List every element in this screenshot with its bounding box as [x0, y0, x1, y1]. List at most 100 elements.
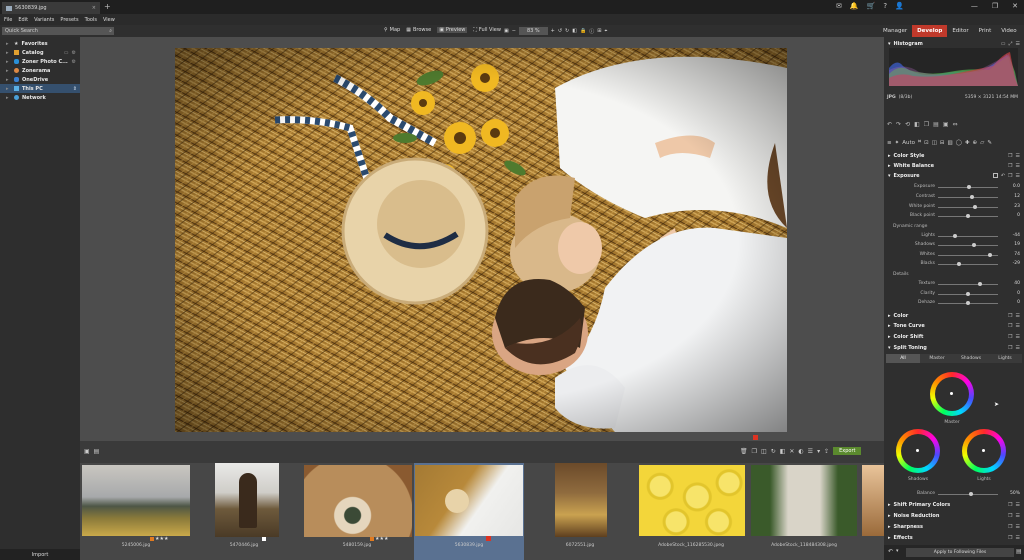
- slider-value[interactable]: 50%: [1004, 491, 1020, 496]
- slider-knob[interactable]: [966, 214, 970, 218]
- contrast-slider[interactable]: Contrast 12: [884, 193, 1024, 202]
- undo-icon[interactable]: ↶: [887, 121, 892, 128]
- paste-settings-icon[interactable]: ▤: [933, 121, 939, 128]
- whites-slider[interactable]: Whites 74: [884, 251, 1024, 260]
- image-icon[interactable]: ▣: [84, 448, 90, 455]
- copy-icon[interactable]: ❐: [1008, 334, 1012, 340]
- menu-icon[interactable]: ☰: [1016, 313, 1020, 319]
- enable-checkbox[interactable]: [992, 172, 998, 178]
- mode-video[interactable]: Video: [996, 25, 1021, 37]
- maximize-button[interactable]: ❐: [992, 2, 998, 10]
- slider-value[interactable]: -44: [1004, 233, 1020, 238]
- slider-track[interactable]: [938, 494, 998, 495]
- menu-file[interactable]: File: [4, 17, 12, 23]
- compare-icon[interactable]: ◧: [572, 28, 577, 34]
- copy-icon[interactable]: ❐: [1008, 513, 1012, 519]
- list-icon[interactable]: ☰: [808, 448, 813, 455]
- shadows-slider[interactable]: Shadows 19: [884, 241, 1024, 250]
- expand-arrow-icon[interactable]: ▸: [6, 77, 11, 83]
- rotate-right-icon[interactable]: ↻: [565, 28, 569, 34]
- rotate-icon[interactable]: ↻: [771, 448, 776, 455]
- slider-track[interactable]: [938, 264, 998, 265]
- add-tab-button[interactable]: +: [104, 2, 111, 11]
- gear-icon[interactable]: ⚙: [72, 50, 76, 56]
- sidebar-item-zonerama[interactable]: ▸ Zonerama: [0, 66, 80, 75]
- reset-icon[interactable]: ↶: [1001, 173, 1005, 179]
- white-point-slider[interactable]: White point 23: [884, 203, 1024, 212]
- zoom-out-icon[interactable]: −: [512, 28, 516, 34]
- tab-all[interactable]: All: [886, 354, 920, 363]
- auto-label[interactable]: Auto: [902, 140, 915, 146]
- slider-knob[interactable]: [988, 253, 993, 257]
- menu-variants[interactable]: Variants: [34, 17, 54, 23]
- copy-settings-icon[interactable]: ❐: [924, 121, 929, 128]
- slider-knob[interactable]: [969, 195, 974, 199]
- balance-slider[interactable]: Balance 50%: [884, 490, 1024, 499]
- view-preview-button[interactable]: ▣ Preview: [437, 27, 468, 33]
- minimize-button[interactable]: —: [971, 2, 978, 10]
- menu-icon[interactable]: ☰: [1016, 323, 1020, 329]
- copy-icon[interactable]: ❐: [1008, 313, 1012, 319]
- straighten-icon[interactable]: ⊡: [924, 140, 929, 146]
- main-photo[interactable]: [175, 48, 787, 432]
- search-icon[interactable]: ⌕: [109, 28, 112, 34]
- notifications-icon[interactable]: 🔔: [850, 2, 859, 10]
- snapshot-icon[interactable]: ▣: [943, 121, 949, 128]
- expand-arrow-icon[interactable]: ▸: [888, 163, 891, 169]
- slider-knob[interactable]: [973, 205, 978, 209]
- thumbnail-selected[interactable]: 5630839.jpg: [414, 463, 524, 560]
- copy-icon[interactable]: ❐: [1008, 323, 1012, 329]
- settings-icon[interactable]: ▭: [1001, 41, 1006, 47]
- copy-icon[interactable]: ❐: [1008, 502, 1012, 508]
- menu-icon[interactable]: ☰: [1016, 513, 1020, 519]
- menu-presets[interactable]: Presets: [60, 17, 78, 23]
- slider-value[interactable]: 40: [1004, 281, 1020, 286]
- sidebar-item-favorites[interactable]: ▸ ★ Favorites: [0, 39, 80, 48]
- master-color-wheel[interactable]: [930, 372, 974, 416]
- sidebar-item-zoner-photo-cloud[interactable]: ▸ Zoner Photo C... ⚙: [0, 57, 80, 66]
- expand-arrow-icon[interactable]: ▸: [888, 502, 891, 508]
- thumbnail[interactable]: AdobeStock_116285530.jpeg: [635, 463, 747, 560]
- folder-icon[interactable]: ▭: [64, 50, 69, 56]
- sidebar-item-catalog[interactable]: ▸ Catalog ▭ ⚙: [0, 48, 80, 57]
- compare-icon[interactable]: ◧: [780, 448, 786, 455]
- menu-icon[interactable]: ☰: [1016, 524, 1020, 530]
- help-icon[interactable]: ?: [883, 2, 887, 10]
- slider-knob[interactable]: [966, 292, 970, 296]
- expand-arrow-icon[interactable]: ▸: [6, 41, 11, 47]
- cart-icon[interactable]: 🛒: [867, 2, 876, 10]
- slider-value[interactable]: 23: [1004, 204, 1020, 209]
- heal-icon[interactable]: ✚: [965, 140, 970, 146]
- slider-value[interactable]: 74: [1004, 252, 1020, 257]
- view-fullview-button[interactable]: ⛶ Full View: [473, 27, 501, 33]
- slider-value[interactable]: -29: [1004, 261, 1020, 266]
- info-icon[interactable]: ⓘ: [589, 28, 594, 35]
- collapse-arrow-icon[interactable]: ▾: [888, 41, 891, 47]
- slider-track[interactable]: [938, 236, 998, 237]
- menu-icon[interactable]: ☰: [1016, 163, 1020, 169]
- tab-shadows[interactable]: Shadows: [954, 354, 988, 363]
- close-icon[interactable]: ✕: [789, 448, 794, 455]
- expand-arrow-icon[interactable]: ▸: [888, 334, 891, 340]
- chat-icon[interactable]: ✉: [836, 2, 842, 10]
- section-split-toning[interactable]: ▾ Split Toning ❐ ☰: [884, 343, 1024, 352]
- slider-value[interactable]: 0.0: [1004, 184, 1020, 189]
- slider-value[interactable]: 0: [1004, 291, 1020, 296]
- menu-icon[interactable]: ☰: [1016, 334, 1020, 340]
- expand-arrow-icon[interactable]: ▸: [888, 313, 891, 319]
- updown-icon[interactable]: ⇕: [73, 86, 77, 92]
- section-white-balance[interactable]: ▸ White Balance ❐ ☰: [884, 161, 1024, 170]
- section-sharpness[interactable]: ▸ Sharpness ❐ ☰: [884, 522, 1024, 531]
- clone-icon[interactable]: ⊕: [973, 140, 978, 146]
- copy-icon[interactable]: ❐: [1008, 173, 1012, 179]
- tab-master[interactable]: Master: [920, 354, 954, 363]
- slider-track[interactable]: [938, 245, 998, 246]
- menu-icon[interactable]: ☰: [1016, 153, 1020, 159]
- dehaze-slider[interactable]: Dehaze 0: [884, 299, 1024, 308]
- lights-slider[interactable]: Lights -44: [884, 232, 1024, 241]
- copy-icon[interactable]: ❐: [1008, 153, 1012, 159]
- expand-icon[interactable]: ⤢: [1009, 41, 1013, 47]
- copy-icon[interactable]: ❐: [752, 448, 757, 455]
- before-after-icon[interactable]: ⇔: [953, 121, 958, 128]
- menu-icon[interactable]: ☰: [1016, 345, 1020, 351]
